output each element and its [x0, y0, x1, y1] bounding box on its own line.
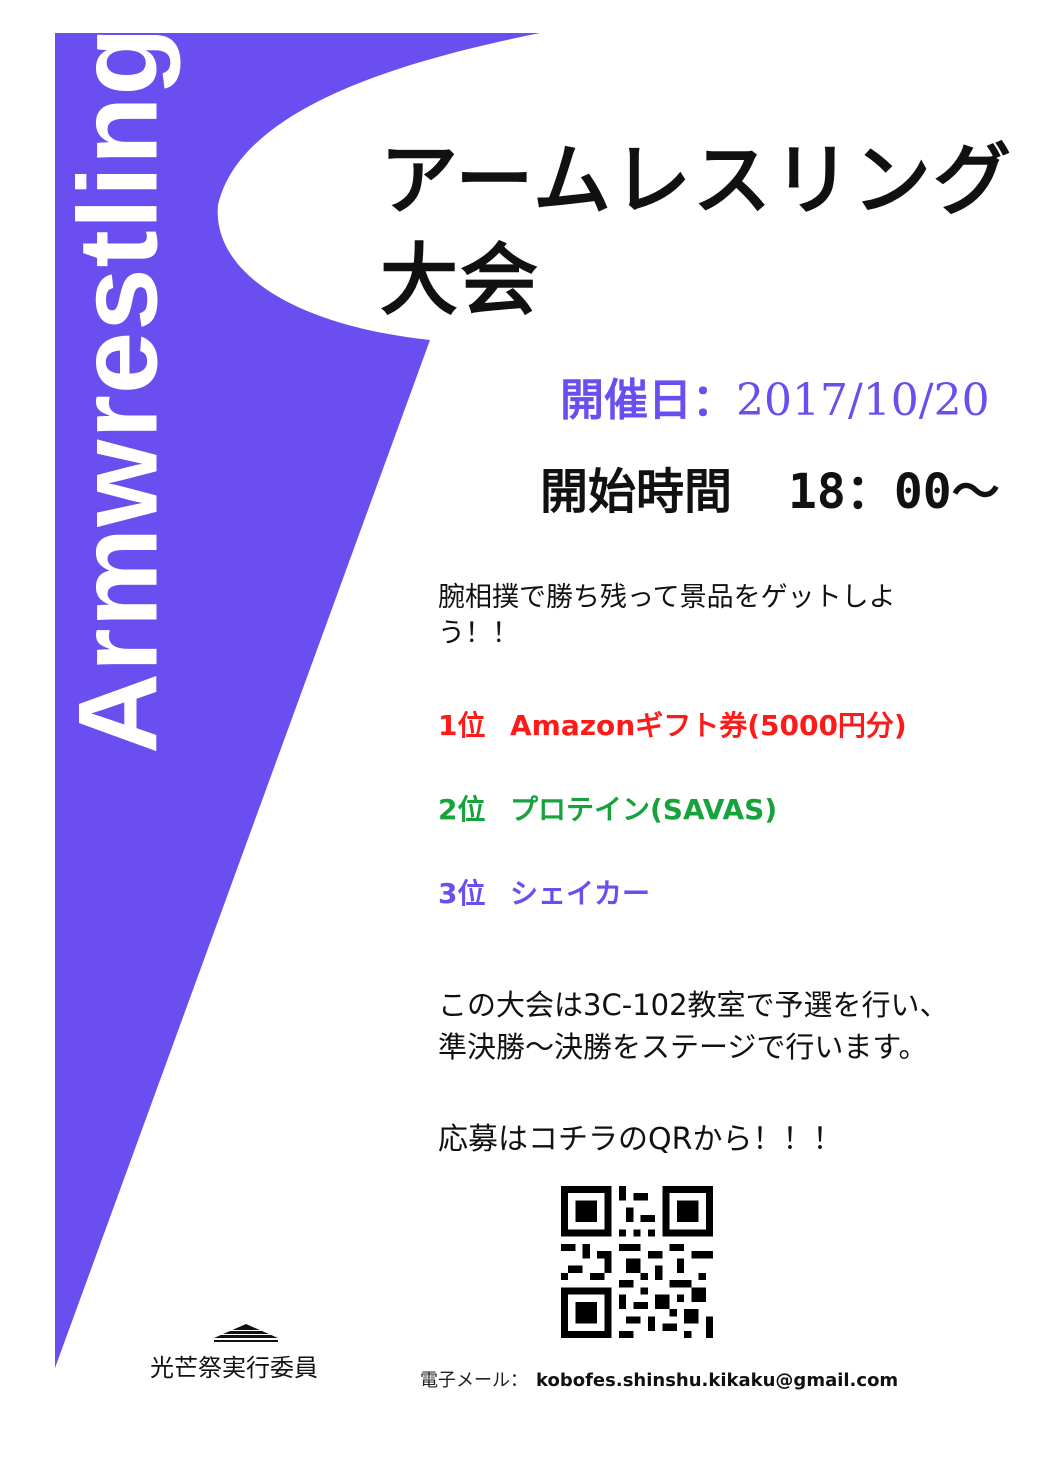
prize-item: Amazonギフト券(5000円分) — [510, 709, 907, 742]
page-title-line1: アームレスリング — [380, 136, 1013, 226]
qr-code[interactable] — [561, 1186, 713, 1338]
description-line2: 準決勝～決勝をステージで行います。 — [438, 1030, 928, 1064]
description-line1: この大会は3C-102教室で予選を行い、 — [438, 988, 949, 1022]
apply-text: 応募はコチラのQRから！！！ — [438, 1122, 843, 1157]
page-title-line2: 大会 — [380, 236, 541, 326]
prize-rank: 2位 — [438, 793, 486, 826]
email-row: 電子メール： kobofes.shinshu.kikaku@gmail.com — [420, 1366, 898, 1392]
prize-3: 3位 シェイカー — [438, 872, 650, 912]
side-title: Armwrestling — [55, 26, 181, 754]
prize-item: プロテイン(SAVAS) — [510, 793, 778, 826]
prize-2: 2位 プロテイン(SAVAS) — [438, 788, 777, 828]
committee-name: 光芒祭実行委員 — [150, 1354, 318, 1382]
intro-text: 腕相撲で勝ち残って景品をゲットしよう！！ — [438, 582, 896, 649]
prize-rank: 3位 — [438, 877, 486, 910]
event-time: 開始時間 18：00～ — [540, 452, 1000, 522]
date-value: 2017/10/20 — [736, 375, 990, 426]
poster: Armwrestling アームレスリング 大会 開催日：2017/10/20 … — [0, 0, 1058, 1465]
time-label: 開始時間 — [540, 464, 733, 520]
time-value: 18：00～ — [788, 464, 1000, 520]
date-label: 開催日： — [560, 375, 736, 426]
prize-1: 1位 Amazonギフト券(5000円分) — [438, 704, 907, 744]
description: この大会は3C-102教室で予選を行い、 準決勝～決勝をステージで行います。 — [438, 984, 1038, 1068]
prize-rank: 1位 — [438, 709, 486, 742]
event-date: 開催日：2017/10/20 — [560, 364, 990, 428]
email-link[interactable]: kobofes.shinshu.kikaku@gmail.com — [536, 1370, 898, 1391]
email-label: 電子メール： — [420, 1370, 528, 1391]
prize-item: シェイカー — [510, 877, 651, 910]
committee-logo-icon — [214, 1324, 278, 1342]
